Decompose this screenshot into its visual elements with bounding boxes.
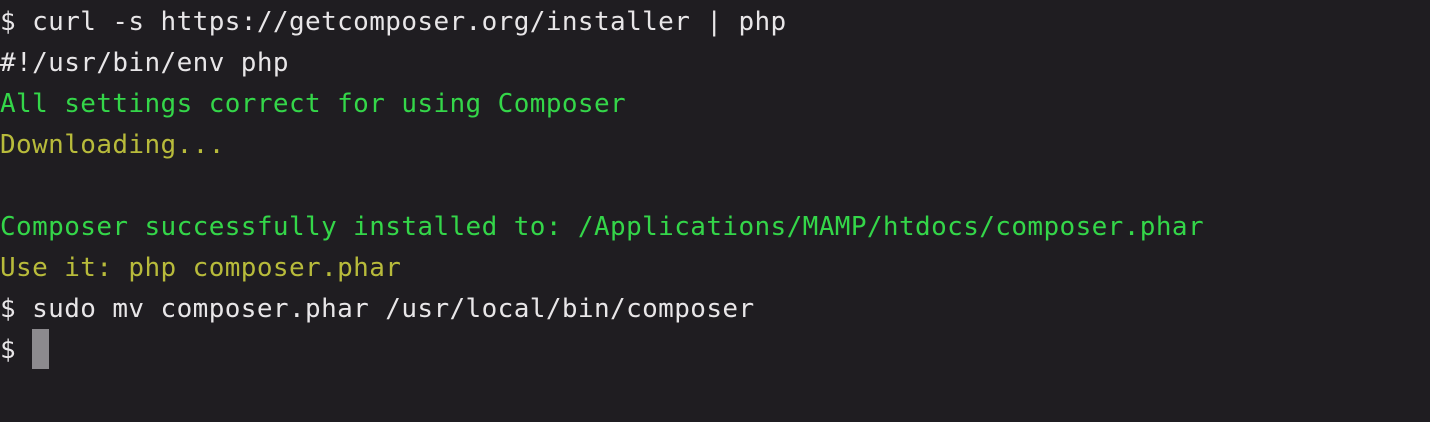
terminal-line-settings-correct: All settings correct for using Composer	[0, 89, 627, 119]
terminal-line-curl-command: $ curl -s https://getcomposer.org/instal…	[0, 7, 787, 37]
prompt-symbol: $	[0, 335, 33, 365]
terminal-line-installed: Composer successfully installed to: /App…	[0, 212, 1204, 242]
terminal-line-sudo-command: $ sudo mv composer.phar /usr/local/bin/c…	[0, 294, 755, 324]
terminal-line-downloading: Downloading...	[0, 130, 225, 160]
terminal-line-usage: Use it: php composer.phar	[0, 253, 402, 283]
terminal-output: $ curl -s https://getcomposer.org/instal…	[0, 0, 1430, 371]
text-cursor[interactable]	[32, 328, 50, 369]
terminal-prompt-line[interactable]: $	[0, 328, 1430, 371]
terminal-window[interactable]: $ curl -s https://getcomposer.org/instal…	[0, 0, 1430, 422]
terminal-line-shebang: #!/usr/bin/env php	[0, 48, 289, 78]
